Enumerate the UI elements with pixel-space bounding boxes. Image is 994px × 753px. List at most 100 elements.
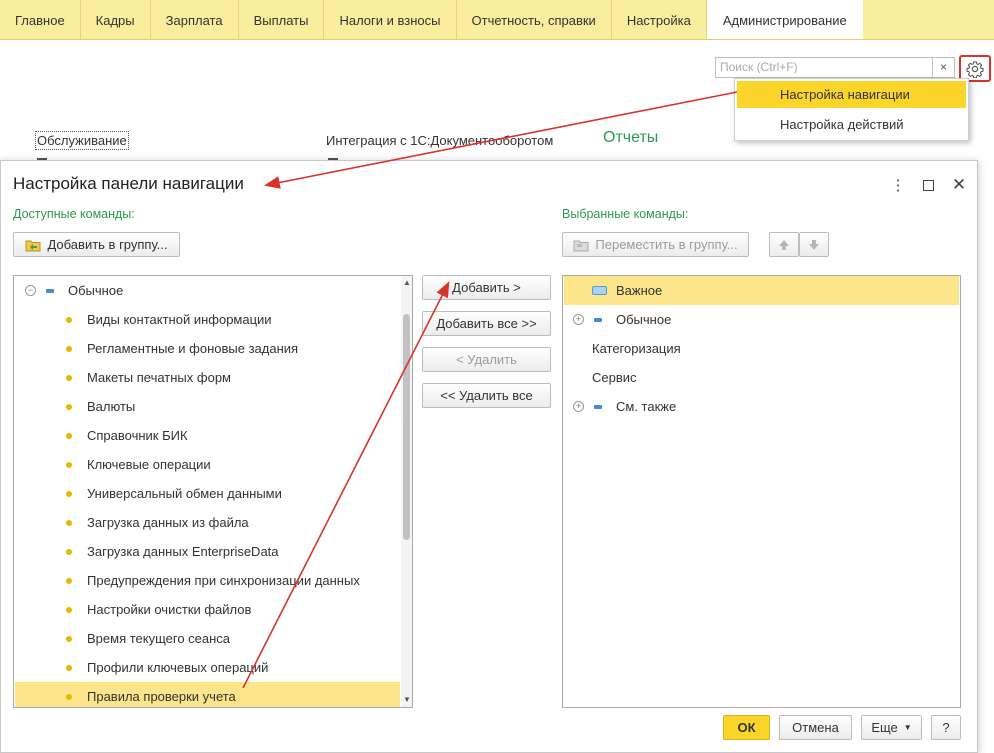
search-clear-button[interactable]: × xyxy=(933,57,955,78)
selected-tree-label: Важное xyxy=(616,283,663,298)
group-icon xyxy=(594,405,602,409)
tree-item-row[interactable]: Регламентные и фоновые задания xyxy=(15,334,400,363)
tree-item-label: Правила проверки учета xyxy=(87,689,236,704)
selected-commands-list[interactable]: Важное + Обычное Категоризация Сервис + … xyxy=(562,275,961,708)
tab-taxes[interactable]: Налоги и взносы xyxy=(324,0,457,39)
bullet-icon xyxy=(66,317,72,323)
selected-tree-label: Сервис xyxy=(592,370,637,385)
dialog-title: Настройка панели навигации xyxy=(13,174,244,193)
selected-tree-row[interactable]: Сервис xyxy=(564,363,959,392)
tree-item-row[interactable]: Универсальный обмен данными xyxy=(15,479,400,508)
menu-item-actions-settings[interactable]: Настройка действий xyxy=(737,111,966,138)
tree-item-label: Регламентные и фоновые задания xyxy=(87,341,299,356)
tree-item-row[interactable]: Загрузка данных из файла xyxy=(15,508,400,537)
settings-dropdown-menu: Настройка навигации Настройка действий xyxy=(734,78,969,141)
tree-item-row[interactable]: Виды контактной информации xyxy=(15,305,400,334)
bullet-icon xyxy=(66,346,72,352)
tree-group-label: Обычное xyxy=(68,283,124,298)
integration-link[interactable]: Интеграция с 1С:Документооборотом xyxy=(326,133,553,148)
bullet-icon xyxy=(66,462,72,468)
selected-tree-row[interactable]: Категоризация xyxy=(564,334,959,363)
scroll-up-arrow-icon[interactable]: ▲ xyxy=(403,279,411,287)
selected-tree-label: Категоризация xyxy=(592,341,681,356)
tab-reporting[interactable]: Отчетность, справки xyxy=(457,0,612,39)
move-to-group-button[interactable]: Переместить в группу... xyxy=(562,232,749,257)
tab-administration[interactable]: Администрирование xyxy=(706,0,863,39)
tree-item-label: Настройки очистки файлов xyxy=(87,602,252,617)
more-button[interactable]: Еще ▼ xyxy=(861,715,922,740)
add-all-button[interactable]: Добавить все >> xyxy=(422,311,551,336)
help-button[interactable]: ? xyxy=(931,715,961,740)
tree-item-row[interactable]: Правила проверки учета xyxy=(15,682,400,707)
scroll-thumb[interactable] xyxy=(403,314,410,540)
tree-item-row[interactable]: Профили ключевых операций xyxy=(15,653,400,682)
tree-item-label: Время текущего сеанса xyxy=(87,631,231,646)
tree-item-row[interactable]: Загрузка данных EnterpriseData xyxy=(15,537,400,566)
selected-tree-row[interactable]: + Обычное xyxy=(564,305,959,334)
navigation-settings-dialog: Настройка панели навигации ⋮ ✕ Доступные… xyxy=(0,160,978,753)
tree-item-row[interactable]: Валюты xyxy=(15,392,400,421)
tree-item-row[interactable]: Макеты печатных форм xyxy=(15,363,400,392)
add-to-group-button[interactable]: Добавить в группу... xyxy=(13,232,180,257)
tab-main[interactable]: Главное xyxy=(0,0,81,39)
move-down-button[interactable] xyxy=(799,232,829,257)
scrollbar[interactable]: ▲ ▼ xyxy=(401,276,412,707)
arrow-up-icon xyxy=(779,239,789,250)
tree-item-row[interactable]: Время текущего сеанса xyxy=(15,624,400,653)
ok-button[interactable]: ОК xyxy=(723,715,770,740)
move-to-group-label: Переместить в группу... xyxy=(595,237,738,252)
service-link[interactable]: Обслуживание xyxy=(35,131,129,150)
remove-button[interactable]: < Удалить xyxy=(422,347,551,372)
main-menu-bar: Главное Кадры Зарплата Выплаты Налоги и … xyxy=(0,0,994,40)
selected-commands-label: Выбранные команды: xyxy=(562,207,689,221)
bullet-icon xyxy=(66,694,72,700)
move-up-button[interactable] xyxy=(769,232,799,257)
remove-all-button[interactable]: << Удалить все xyxy=(422,383,551,408)
tab-settings[interactable]: Настройка xyxy=(612,0,707,39)
important-group-icon xyxy=(592,286,607,295)
add-to-group-label: Добавить в группу... xyxy=(47,237,168,252)
bullet-icon xyxy=(66,607,72,613)
tree-item-row[interactable]: Ключевые операции xyxy=(15,450,400,479)
search-input[interactable]: Поиск (Ctrl+F) xyxy=(715,57,933,78)
tree-item-label: Универсальный обмен данными xyxy=(87,486,282,501)
tab-personnel[interactable]: Кадры xyxy=(81,0,151,39)
bullet-icon xyxy=(66,375,72,381)
bullet-icon xyxy=(66,665,72,671)
tree-group-row[interactable]: − Обычное xyxy=(15,276,400,305)
tree-item-row[interactable]: Справочник БИК xyxy=(15,421,400,450)
tab-salary[interactable]: Зарплата xyxy=(151,0,239,39)
expand-icon[interactable]: + xyxy=(573,314,584,325)
selected-tree-row[interactable]: + См. также xyxy=(564,392,959,421)
more-vertical-icon[interactable]: ⋮ xyxy=(889,176,907,194)
add-button[interactable]: Добавить > xyxy=(422,275,551,300)
close-icon[interactable]: ✕ xyxy=(950,175,968,194)
menu-item-navigation-settings[interactable]: Настройка навигации xyxy=(737,81,966,108)
gear-icon xyxy=(966,60,984,78)
tree-item-row[interactable]: Настройки очистки файлов xyxy=(15,595,400,624)
group-icon xyxy=(46,289,54,293)
more-button-label: Еще xyxy=(871,720,898,735)
expand-icon[interactable]: + xyxy=(573,401,584,412)
tree-item-label: Загрузка данных из файла xyxy=(87,515,249,530)
maximize-icon[interactable] xyxy=(919,176,937,194)
selected-tree-row[interactable]: Важное xyxy=(564,276,959,305)
tree-item-row[interactable]: Предупреждения при синхронизации данных xyxy=(15,566,400,595)
arrow-down-icon xyxy=(809,239,819,250)
available-commands-list[interactable]: − Обычное Виды контактной информации Регл… xyxy=(13,275,413,708)
bullet-icon xyxy=(66,433,72,439)
reports-heading: Отчеты xyxy=(603,129,659,146)
tree-item-label: Макеты печатных форм xyxy=(87,370,231,385)
available-commands-label: Доступные команды: xyxy=(13,207,135,221)
collapse-icon[interactable]: − xyxy=(25,285,36,296)
folder-add-icon xyxy=(25,240,41,251)
tree-item-label: Профили ключевых операций xyxy=(87,660,269,675)
bullet-icon xyxy=(66,520,72,526)
bullet-icon xyxy=(66,578,72,584)
tab-payments[interactable]: Выплаты xyxy=(239,0,325,39)
chevron-down-icon: ▼ xyxy=(903,723,912,732)
scroll-down-arrow-icon[interactable]: ▼ xyxy=(403,696,411,704)
cancel-button[interactable]: Отмена xyxy=(779,715,852,740)
selected-tree-label: Обычное xyxy=(616,312,672,327)
bullet-icon xyxy=(66,491,72,497)
